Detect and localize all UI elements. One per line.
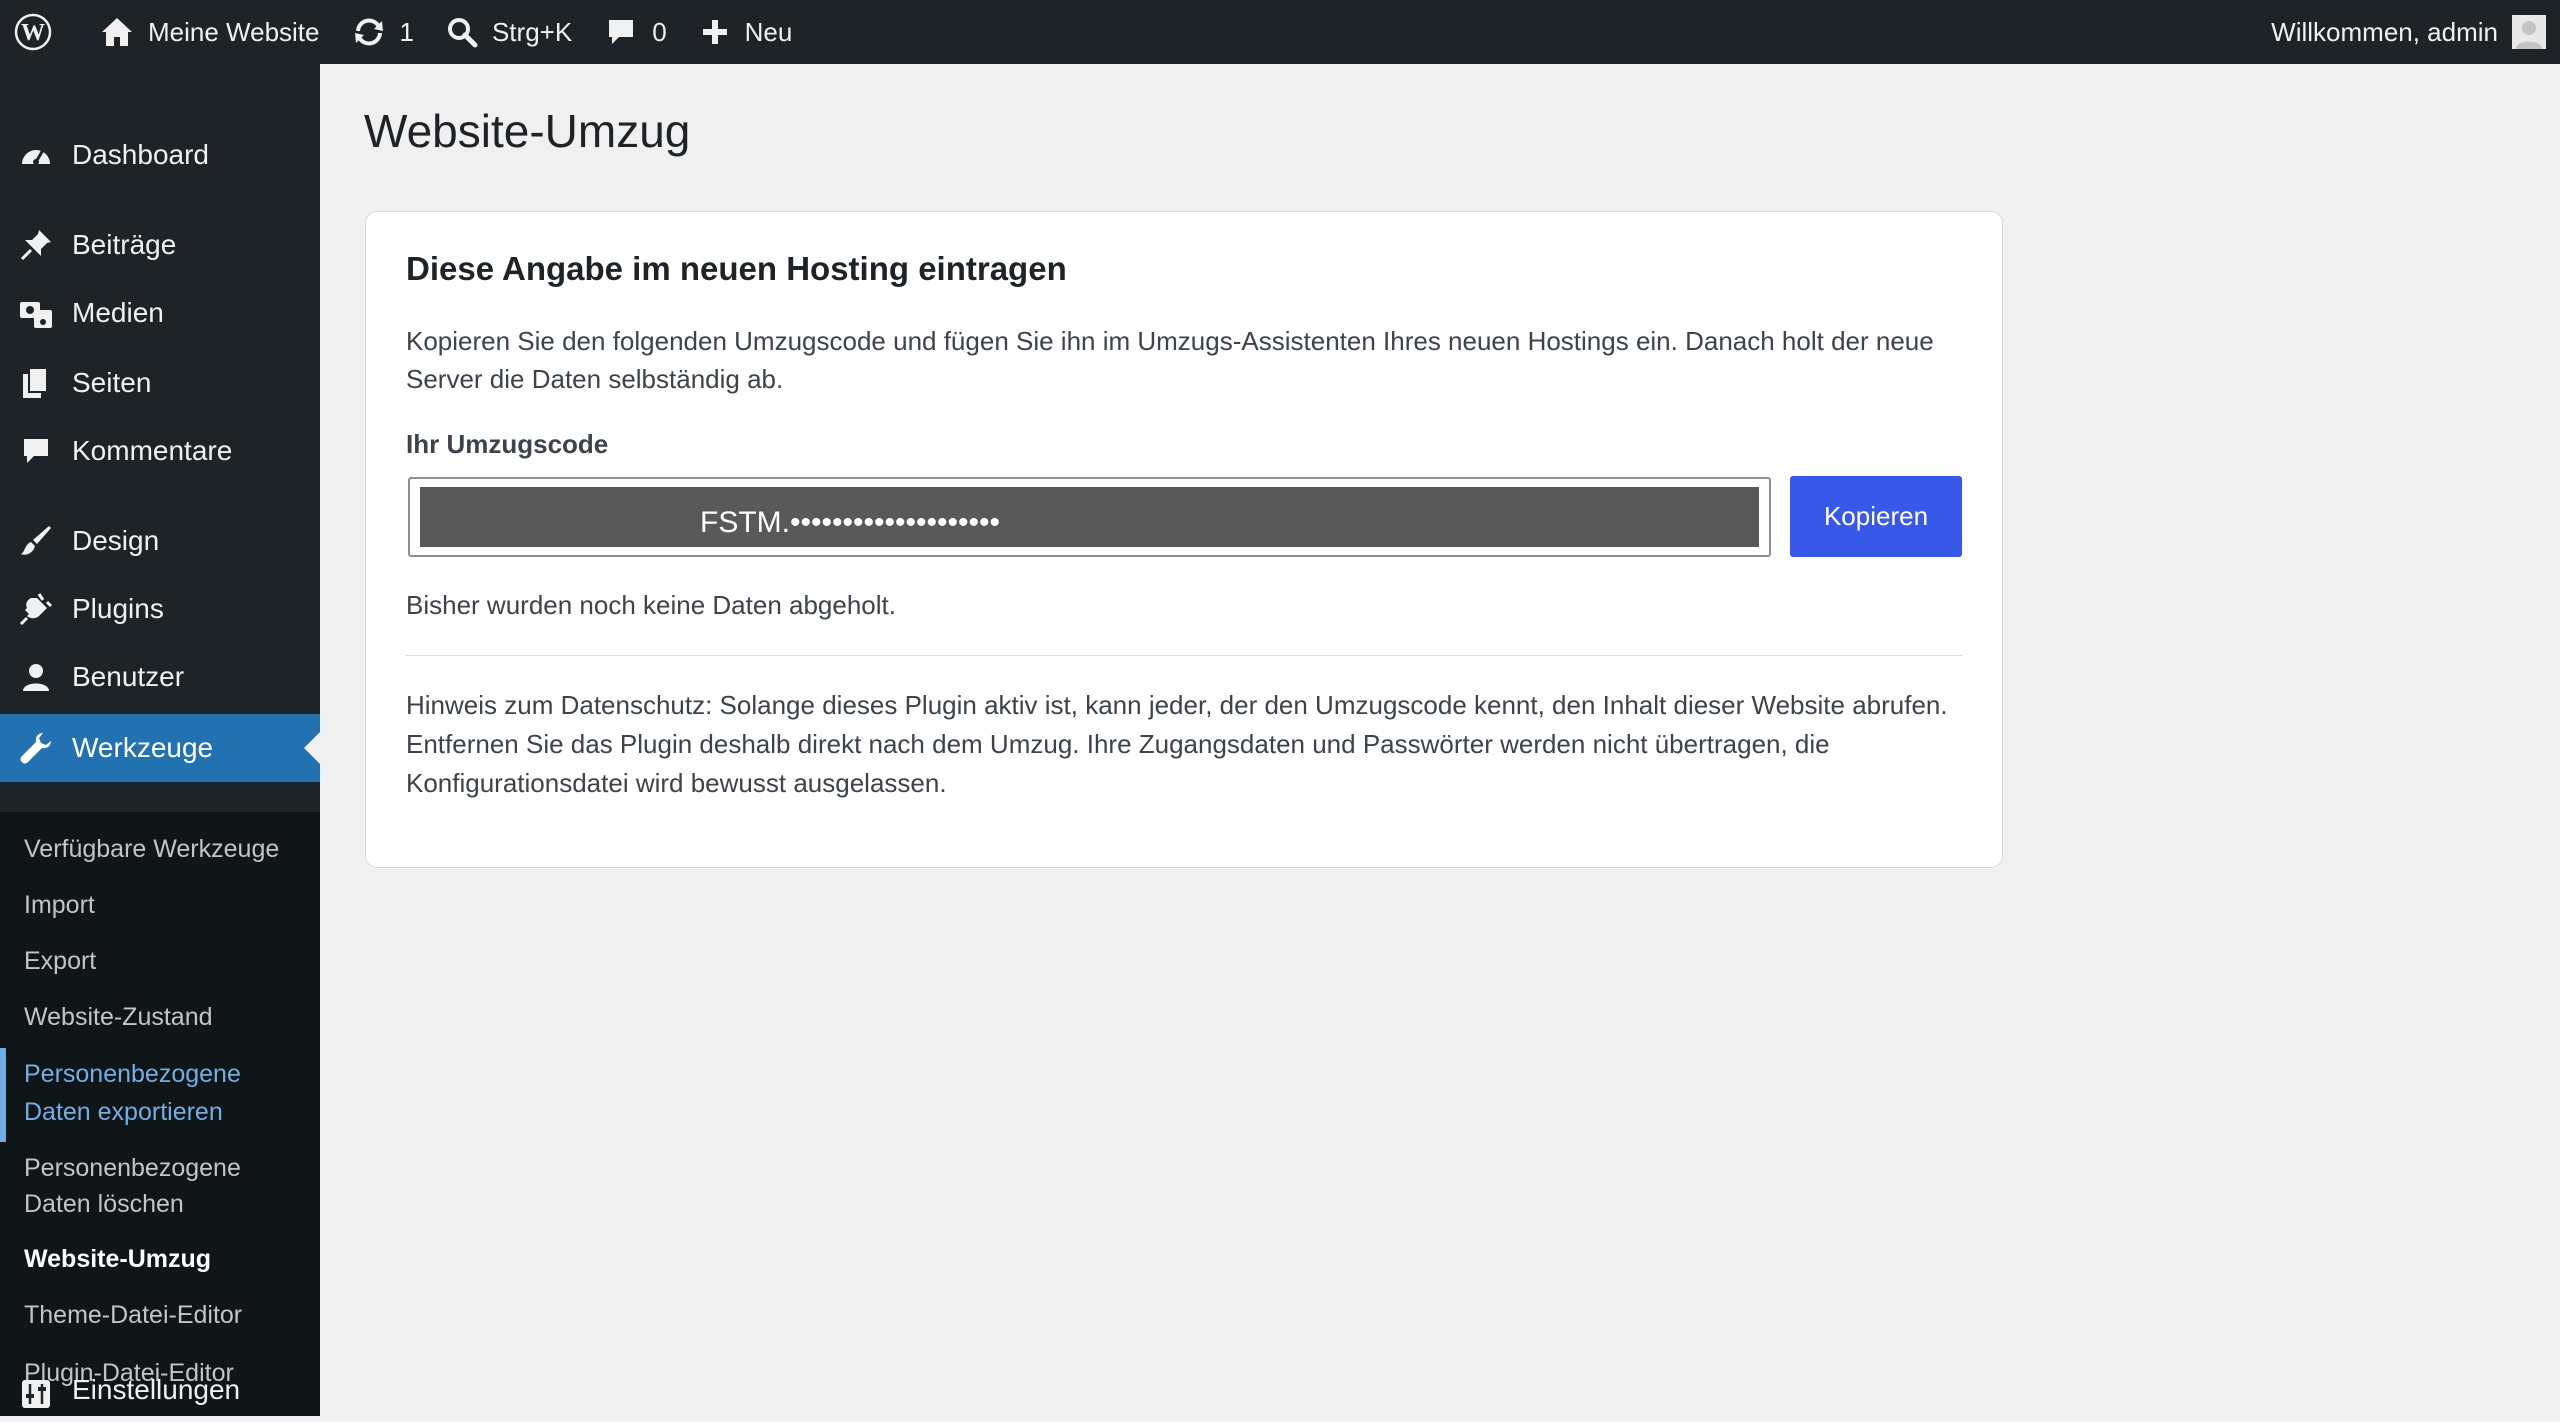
- search-shortcut: Strg+K: [491, 16, 573, 47]
- pin-icon: [16, 225, 56, 265]
- page-title: Website-Umzug: [364, 105, 691, 157]
- menu-label: Plugins: [72, 593, 164, 624]
- brush-icon: [16, 521, 56, 561]
- search-icon: [446, 16, 478, 48]
- menu-item-design[interactable]: Design: [0, 508, 320, 574]
- comments-count: 0: [652, 16, 667, 47]
- card-title: Diese Angabe im neuen Hosting eintragen: [406, 250, 1067, 287]
- admin-bar: W Meine Website 1 Strg+K 0 Neu Willkomme…: [0, 0, 2560, 64]
- menu-item-pages[interactable]: Seiten: [0, 350, 320, 416]
- submenu-item-export[interactable]: Export: [0, 942, 320, 980]
- dashboard-icon: [16, 135, 56, 175]
- copy-button[interactable]: Kopieren: [1790, 476, 1962, 557]
- menu-item-comments[interactable]: Kommentare: [0, 418, 320, 484]
- avatar: [2512, 15, 2546, 49]
- wordpress-logo-icon: W: [14, 13, 52, 51]
- submenu-item-erase-personal-data[interactable]: Personenbezogene Daten löschen: [0, 1150, 320, 1222]
- menu-item-users[interactable]: Benutzer: [0, 644, 320, 710]
- divider: [406, 655, 1962, 656]
- migration-card: Diese Angabe im neuen Hosting eintragen …: [365, 211, 2003, 868]
- menu-item-posts[interactable]: Beiträge: [0, 212, 320, 278]
- menu-label: Medien: [72, 297, 164, 328]
- comment-icon: [606, 17, 636, 47]
- updates-count: 1: [399, 16, 414, 47]
- menu-label: Design: [72, 525, 160, 556]
- menu-item-dashboard[interactable]: Dashboard: [0, 122, 320, 188]
- home-icon: [100, 16, 134, 48]
- submenu-item-import[interactable]: Import: [0, 886, 320, 924]
- admin-sidebar: Dashboard Beiträge Medien Seiten Komment…: [0, 64, 320, 1416]
- submenu-label: Daten exportieren: [24, 1098, 223, 1126]
- menu-label: Werkzeuge: [72, 732, 214, 763]
- submenu-label: Personenbezogene: [24, 1060, 241, 1088]
- menu-label: Seiten: [72, 367, 152, 398]
- code-label: Ihr Umzugscode: [406, 429, 609, 459]
- submenu-item-site-migration[interactable]: Website-Umzug: [0, 1240, 320, 1278]
- plugin-icon: [16, 589, 56, 629]
- submenu-item-available-tools[interactable]: Verfügbare Werkzeuge: [0, 830, 320, 868]
- menu-item-settings[interactable]: Einstellungen: [0, 1362, 320, 1422]
- card-description: Kopieren Sie den folgenden Umzugscode un…: [406, 326, 1934, 394]
- submenu-label: Personenbezogene: [24, 1154, 241, 1182]
- menu-label: Dashboard: [72, 139, 209, 170]
- plus-icon: [701, 18, 729, 46]
- my-account-link[interactable]: Willkommen, admin: [2271, 0, 2560, 64]
- new-label: Neu: [744, 16, 793, 47]
- updates-icon: [352, 17, 386, 47]
- site-name-link[interactable]: Meine Website: [100, 0, 320, 64]
- comments-link[interactable]: 0: [606, 0, 667, 64]
- migration-code-field[interactable]: FSTM.••••••••••••••••••••: [408, 477, 1771, 557]
- menu-label: Benutzer: [72, 661, 185, 692]
- tools-submenu: Verfügbare Werkzeuge Import Export Websi…: [0, 812, 320, 1416]
- pages-icon: [16, 363, 56, 403]
- menu-item-tools[interactable]: Werkzeuge: [0, 714, 320, 782]
- privacy-note: Hinweis zum Datenschutz: Solange dieses …: [406, 690, 1948, 798]
- user-icon: [16, 657, 56, 697]
- comment-icon: [16, 431, 56, 471]
- menu-item-plugins[interactable]: Plugins: [0, 576, 320, 642]
- search-link[interactable]: Strg+K: [446, 0, 572, 64]
- migration-code-value: FSTM.••••••••••••••••••••: [420, 487, 1759, 547]
- wordpress-logo-button[interactable]: W: [14, 0, 56, 64]
- greeting: Willkommen, admin: [2271, 16, 2498, 47]
- menu-label: Beiträge: [72, 229, 177, 260]
- settings-icon: [16, 1374, 56, 1414]
- new-content-link[interactable]: Neu: [701, 0, 793, 64]
- menu-label: Einstellungen: [72, 1374, 241, 1405]
- submenu-label: Daten löschen: [24, 1190, 184, 1218]
- status-text: Bisher wurden noch keine Daten abgeholt.: [406, 590, 896, 620]
- submenu-item-site-health[interactable]: Website-Zustand: [0, 998, 320, 1036]
- wrench-icon: [16, 728, 56, 768]
- submenu-item-export-personal-data[interactable]: Personenbezogene Daten exportieren: [0, 1048, 320, 1142]
- submenu-item-theme-file-editor[interactable]: Theme-Datei-Editor: [0, 1296, 320, 1334]
- svg-text:W: W: [21, 20, 45, 46]
- media-icon: [16, 293, 56, 333]
- site-name: Meine Website: [148, 16, 320, 47]
- updates-link[interactable]: 1: [352, 0, 414, 64]
- menu-item-media[interactable]: Medien: [0, 280, 320, 346]
- menu-label: Kommentare: [72, 435, 233, 466]
